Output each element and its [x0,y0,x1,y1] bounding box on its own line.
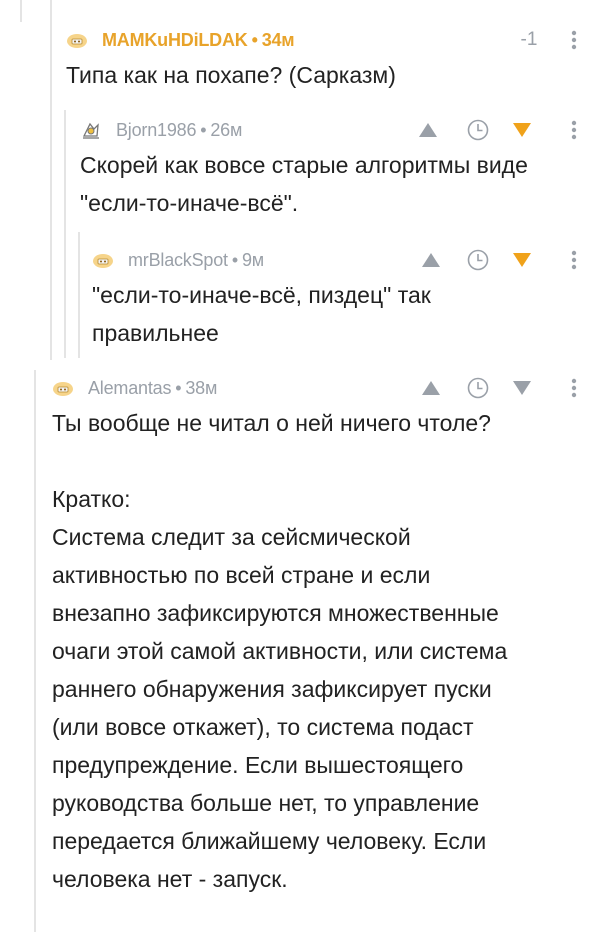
comment: mrBlackSpot • 9м "если-то-иначе-всё, пизде… [92,248,590,348]
comment: Bjorn1986 • 26м Скорей как вовсе старые ал… [80,118,590,218]
comment-text: Ты вообще не читал о ней ничего чтоле? К… [52,410,508,892]
thread-line [78,232,80,358]
save-clock-icon[interactable] [466,376,490,400]
author-name[interactable]: MAMKuHDiLDAK [102,30,248,50]
comment-text: Типа как на похапе? (Сарказм) [66,62,396,88]
downvote-icon[interactable] [510,118,534,142]
thread-line [64,110,66,358]
more-icon[interactable] [566,118,582,142]
comment-text: "если-то-иначе-всё, пиздец" так правильн… [92,282,431,346]
comment-time: 34м [261,29,295,50]
comment-time: 9м [241,249,264,270]
more-icon[interactable] [566,28,582,52]
downvote-icon[interactable] [510,248,534,272]
avatar-icon[interactable] [66,31,88,49]
comment-time: 26м [210,119,243,140]
upvote-icon[interactable] [418,118,438,142]
comment-text: Скорей как вовсе старые алгоритмы виде "… [80,152,528,216]
comment-time: 38м [185,377,218,398]
upvote-icon[interactable] [418,248,444,272]
thread-line [34,370,36,932]
author-name[interactable]: mrBlackSpot [128,250,228,270]
comment-author[interactable]: mrBlackSpot • 9м [128,250,264,271]
author-name[interactable]: Bjorn1986 [116,120,196,140]
comment-author[interactable]: Alemantas • 38м [88,378,217,399]
save-clock-icon[interactable] [466,118,490,142]
separator: • [251,29,258,50]
avatar-icon[interactable] [92,251,114,269]
downvote-icon[interactable] [510,376,534,400]
comment-author[interactable]: Bjorn1986 • 26м [116,120,242,141]
more-icon[interactable] [566,248,582,272]
separator: • [200,119,207,140]
avatar-icon[interactable] [52,379,74,397]
separator: • [231,249,238,270]
separator: • [175,377,182,398]
save-clock-icon[interactable] [466,248,490,272]
more-icon[interactable] [566,376,582,400]
comment-header: MAMKuHDiLDAK • 34м [66,28,590,52]
score-value: -1 [520,29,538,50]
avatar-icon[interactable] [80,121,102,139]
comment: Alemantas • 38м Ты вообще не читал о ней н… [52,376,590,896]
comment: MAMKuHDiLDAK • 34м -1 Типа как на похапе? … [66,28,590,98]
comment-author[interactable]: MAMKuHDiLDAK • 34м [102,29,295,51]
thread-line [50,0,52,360]
author-name[interactable]: Alemantas [88,378,171,398]
thread-line [20,0,22,22]
upvote-icon[interactable] [418,376,444,400]
comment-score: -1 [514,28,544,52]
